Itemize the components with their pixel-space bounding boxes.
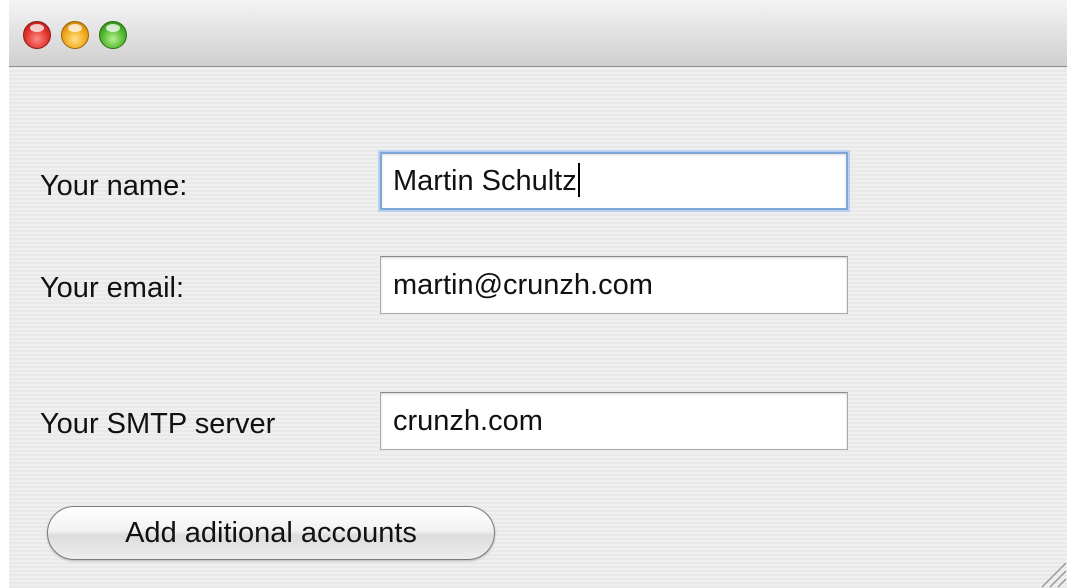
smtp-label: Your SMTP server (40, 408, 276, 440)
zoom-button-icon[interactable] (99, 21, 127, 49)
close-button-icon[interactable] (23, 21, 51, 49)
name-label: Your name: (40, 170, 188, 202)
resize-grip-icon[interactable] (1037, 558, 1067, 588)
title-bar[interactable] (9, 0, 1067, 67)
name-field-value: Martin Schultz (393, 165, 577, 197)
text-caret (577, 163, 580, 197)
minimize-button-icon[interactable] (61, 21, 89, 49)
email-field-value: martin@crunzh.com (393, 269, 653, 301)
email-label: Your email: (40, 272, 185, 304)
name-field[interactable]: Martin Schultz (380, 152, 848, 210)
app-window: Your name: Martin Schultz Your email: ma… (9, 0, 1067, 588)
add-accounts-button[interactable]: Add aditional accounts (47, 506, 495, 560)
smtp-field-value: crunzh.com (393, 405, 543, 437)
smtp-field[interactable]: crunzh.com (380, 392, 848, 450)
email-field[interactable]: martin@crunzh.com (380, 256, 848, 314)
